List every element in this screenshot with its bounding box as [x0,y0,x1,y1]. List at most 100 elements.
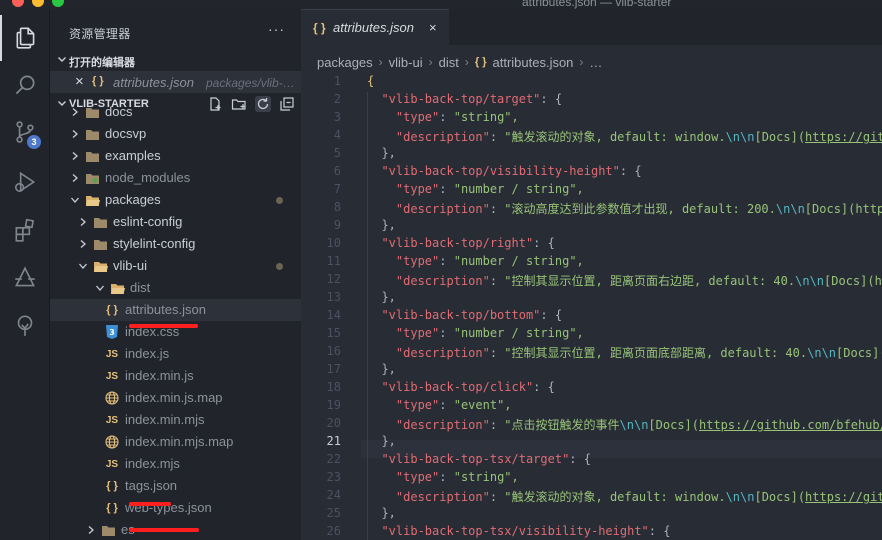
tree-view-activity[interactable] [0,302,50,348]
code-line[interactable]: "description": "控制其显示位置, 距离页面底部距离, defau… [367,344,882,361]
code-line[interactable]: "vlib-back-top/click": { [367,380,554,394]
tree-item-label: tags.json [125,478,178,493]
explorer-sidebar: 资源管理器 ··· 打开的编辑器 × { } attributes.json p… [50,9,301,540]
code-line[interactable]: "type": "number / string", [367,182,584,196]
title-bar: attributes.json — vlib-starter [0,0,882,9]
line-number: 25 [326,506,341,520]
open-editors-section[interactable]: 打开的编辑器 [50,49,301,71]
code-line[interactable]: { [367,74,374,88]
minimize-window-button[interactable] [32,0,44,7]
tree-item-label: docsvp [105,126,147,141]
line-number: 19 [326,398,341,412]
line-number: 4 [333,128,341,142]
close-window-button[interactable] [12,0,24,7]
run-debug-activity[interactable] [0,159,50,205]
tree-item[interactable]: examples [50,145,301,167]
chevron-right-icon: › [579,55,584,69]
activity-bar: 3 [0,9,50,540]
breadcrumb-item[interactable]: packages [317,55,373,70]
tree-item[interactable]: dist [50,277,301,299]
tree-item[interactable]: JS index.js [50,343,301,365]
code-line[interactable]: }, [367,218,395,232]
breadcrumb-item[interactable]: vlib-ui [389,55,423,70]
code-editor[interactable]: 1 {2 "vlib-back-top/target": {3 "type": "… [301,71,882,540]
code-line[interactable]: "type": "string", [367,470,519,484]
folder-open-icon [84,192,100,208]
tree-item[interactable]: { } attributes.json [50,299,301,321]
json-file-icon: { } [313,21,326,35]
code-line[interactable]: "vlib-back-top/bottom": { [367,308,562,322]
code-line[interactable]: "description": "点击按钮触发的事件\n\n[Docs](http… [367,416,882,433]
line-number: 2 [333,92,341,106]
code-line[interactable]: "vlib-back-top/visibility-height": { [367,164,641,178]
tree-item[interactable]: node_modules [50,167,301,189]
modified-dot-icon [276,197,283,204]
code-line[interactable]: "description": "滚动高度达到此参数值才出现, default: … [367,200,882,217]
folder-icon [84,126,100,142]
search-activity[interactable] [0,62,50,108]
folder-open-icon [109,280,125,296]
tree-item[interactable]: index.min.mjs.map [50,431,301,453]
tree-item[interactable]: docs [50,101,301,123]
tree-item[interactable]: JS index.min.js [50,365,301,387]
code-line[interactable]: "description": "触发滚动的对象, default: window… [367,128,882,145]
code-line[interactable]: "vlib-back-top/target": { [367,92,562,106]
line-number: 13 [326,290,341,304]
folder-open-icon [92,258,108,274]
line-number: 16 [326,344,341,358]
maximize-window-button[interactable] [52,0,64,7]
code-line[interactable]: "description": "触发滚动的对象, default: window… [367,488,882,505]
code-line[interactable]: }, [367,146,395,160]
tree-item-label: packages [105,192,161,207]
code-line[interactable]: "description": "控制其显示位置, 距离页面右边距, defaul… [367,272,882,289]
source-control-activity[interactable]: 3 [0,109,50,155]
code-line[interactable]: "vlib-back-top-tsx/visibility-height": { [367,524,670,538]
close-editor-icon[interactable]: × [75,73,84,90]
tree-icon [17,315,33,336]
tree-item[interactable]: JS index.min.mjs [50,409,301,431]
explorer-activity[interactable] [0,15,50,61]
breadcrumb-item[interactable]: … [589,55,602,70]
code-line[interactable]: }, [367,506,395,520]
tree-item-label: index.min.js.map [125,390,223,405]
close-tab-icon[interactable]: × [429,20,437,35]
folder-icon [92,214,108,230]
tree-item[interactable]: JS index.mjs [50,453,301,475]
breadcrumb: packages › vlib-ui › dist › { } attribut… [317,52,602,72]
extensions-activity[interactable] [0,207,50,253]
tab-attributes-json[interactable]: { } attributes.json × [301,9,449,45]
tree-item[interactable]: index.min.js.map [50,387,301,409]
folder-icon [100,522,116,538]
node-folder-icon [84,170,100,186]
tree-item[interactable]: eslint-config [50,211,301,233]
tree-item-label: index.min.js [125,368,194,383]
tree-item[interactable]: { } web-types.json [50,497,301,519]
line-number: 1 [333,74,341,88]
annotation-underline [129,502,171,506]
code-line[interactable]: "type": "number / string", [367,254,584,268]
open-editor-path: packages/vlib-… [206,76,295,90]
folder-icon [84,104,100,120]
breadcrumb-item[interactable]: attributes.json [492,55,573,70]
code-line[interactable]: }, [367,362,395,376]
more-actions-button[interactable]: ··· [268,21,285,37]
tree-item[interactable]: stylelint-config [50,233,301,255]
source-map-icon [104,390,120,406]
code-line[interactable]: "type": "event", [367,398,512,412]
code-line[interactable]: }, [367,434,395,448]
tree-item-label: node_modules [105,170,191,185]
code-line[interactable]: "vlib-back-top/right": { [367,236,554,250]
code-line[interactable]: "type": "string", [367,110,519,124]
tree-item[interactable]: packages [50,189,301,211]
json-file-icon: { } [106,480,118,492]
tree-item[interactable]: docsvp [50,123,301,145]
code-line[interactable]: }, [367,290,395,304]
tree-item[interactable]: { } tags.json [50,475,301,497]
open-editor-item[interactable]: × { } attributes.json packages/vlib-… [50,71,301,93]
tree-item-label: index.min.mjs.map [125,434,234,449]
tree-item[interactable]: vlib-ui [50,255,301,277]
git-graph-activity[interactable] [0,255,50,301]
code-line[interactable]: "vlib-back-top-tsx/target": { [367,452,591,466]
breadcrumb-item[interactable]: dist [439,55,459,70]
code-line[interactable]: "type": "number / string", [367,326,584,340]
